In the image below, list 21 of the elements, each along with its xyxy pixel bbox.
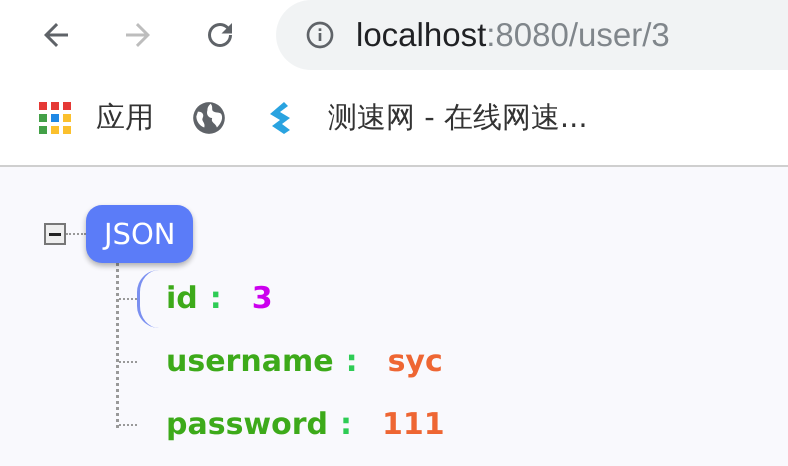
field-value: 111 <box>382 407 445 442</box>
url-host: localhost <box>356 16 486 53</box>
info-icon[interactable] <box>304 19 336 51</box>
address-bar[interactable]: localhost:8080/user/3 <box>276 0 788 70</box>
field-value: syc <box>388 344 443 379</box>
colon: : <box>346 344 358 379</box>
tree-row[interactable]: id : 3 <box>137 270 273 328</box>
tree-row[interactable]: username : syc <box>137 332 443 390</box>
tree-row[interactable]: password : 111 <box>137 396 445 454</box>
colon: : <box>210 281 222 316</box>
field-key: username <box>166 344 334 379</box>
colon: : <box>340 407 352 442</box>
collapse-icon[interactable] <box>44 223 66 245</box>
field-key: password <box>166 407 328 442</box>
json-root-node[interactable]: JSON <box>86 205 194 263</box>
url-path: :8080/user/3 <box>486 16 670 53</box>
field-key: id <box>166 281 198 316</box>
bookmark-link[interactable]: 应用 <box>96 98 154 138</box>
apps-grid-icon[interactable] <box>38 100 72 134</box>
bookmark-link[interactable]: 测速网 - 在线网速... <box>328 98 588 138</box>
field-value: 3 <box>252 281 273 316</box>
